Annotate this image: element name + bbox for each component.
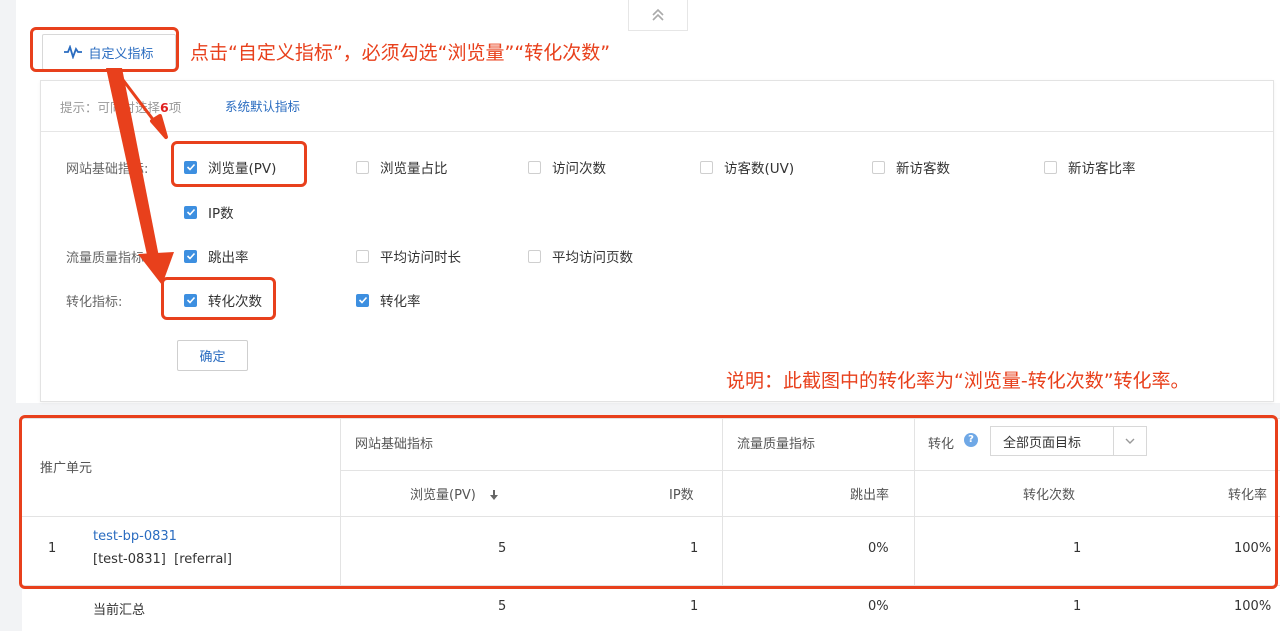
total-pv: 5 xyxy=(498,599,507,614)
highlight-data-table xyxy=(19,415,1278,589)
annotation-note: 说明：此截图中的转化率为“浏览量-转化次数”转化率。 xyxy=(726,370,1190,392)
option-visits[interactable]: 访问次数 xyxy=(528,157,606,177)
double-chevron-up-icon xyxy=(652,8,664,21)
option-uv[interactable]: 访客数(UV) xyxy=(700,157,794,177)
default-metrics-link[interactable]: 系统默认指标 xyxy=(225,96,300,115)
option-new-visitor-rate[interactable]: 新访客比率 xyxy=(1044,157,1136,177)
checkbox-checked-icon[interactable] xyxy=(184,249,197,263)
highlight-conv-option xyxy=(161,277,276,320)
checkbox-checked-icon[interactable] xyxy=(356,293,369,307)
collapse-button[interactable] xyxy=(628,0,688,31)
option-bounce[interactable]: 跳出率 xyxy=(184,246,249,266)
option-conv-rate[interactable]: 转化率 xyxy=(356,290,421,310)
annotation-instruction: 点击“自定义指标”，必须勾选“浏览量”“转化次数” xyxy=(190,42,611,64)
total-ip: 1 xyxy=(690,599,699,614)
checkbox-checked-icon[interactable] xyxy=(184,205,197,219)
checkbox-icon[interactable] xyxy=(356,160,369,174)
group-label-conversion: 转化指标: xyxy=(66,295,123,310)
option-pv-share[interactable]: 浏览量占比 xyxy=(356,157,448,177)
confirm-button[interactable]: 确定 xyxy=(177,340,248,371)
option-avg-duration[interactable]: 平均访问时长 xyxy=(356,246,461,266)
option-avg-pages[interactable]: 平均访问页数 xyxy=(528,246,633,266)
checkbox-icon[interactable] xyxy=(872,160,885,174)
metrics-panel: 提示：可同时选择6项 系统默认指标 网站基础指标: 浏览量(PV) 浏览量占比 … xyxy=(40,80,1274,402)
selection-hint: 提示：可同时选择6项 xyxy=(60,100,182,115)
total-bounce: 0% xyxy=(868,599,889,614)
highlight-pv-option xyxy=(171,141,307,187)
checkbox-icon[interactable] xyxy=(1044,160,1057,174)
total-conv-rate: 100% xyxy=(1234,599,1272,614)
checkbox-icon[interactable] xyxy=(356,249,369,263)
option-new-visitors[interactable]: 新访客数 xyxy=(872,157,950,177)
group-label-basic: 网站基础指标: xyxy=(66,162,149,177)
panel-header: 提示：可同时选择6项 系统默认指标 xyxy=(41,81,1273,132)
highlight-custom-button xyxy=(30,27,179,72)
total-conv-count: 1 xyxy=(1073,599,1082,614)
checkbox-icon[interactable] xyxy=(528,249,541,263)
group-label-quality: 流量质量指标: xyxy=(66,251,149,266)
checkbox-icon[interactable] xyxy=(700,160,713,174)
hint-count: 6 xyxy=(160,100,169,115)
total-label: 当前汇总 xyxy=(93,603,146,618)
checkbox-icon[interactable] xyxy=(528,160,541,174)
option-ip[interactable]: IP数 xyxy=(184,202,234,222)
